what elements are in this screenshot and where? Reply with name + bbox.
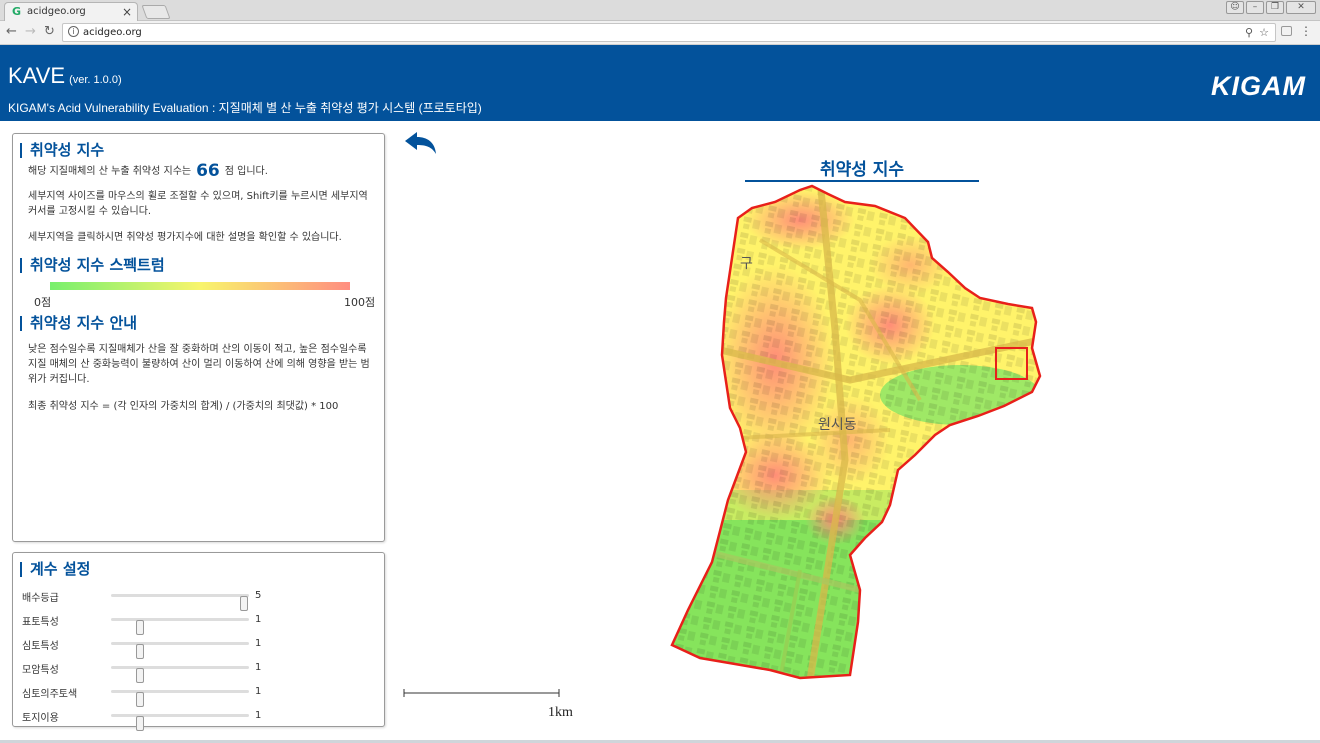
- coef-row: 표토특성 1: [13, 609, 384, 635]
- score-prefix: 해당 지질매체의 산 누출 취약성 지수는: [28, 166, 192, 177]
- browser-address-bar: ← → ↻ i acidgeo.org ⚲ ☆ ⋮: [0, 21, 1320, 45]
- coef-value: 1: [255, 686, 262, 697]
- spectrum-max-label: 100점: [344, 296, 376, 309]
- coef-section-title: 계수 설정: [20, 562, 90, 577]
- zoom-icon[interactable]: ⚲: [1245, 24, 1253, 41]
- window-controls: ☺ – ❐ ✕: [1226, 1, 1316, 14]
- score-value: 66: [196, 161, 220, 181]
- tab-title: acidgeo.org: [27, 6, 86, 17]
- site-info-icon[interactable]: i: [68, 26, 79, 37]
- reload-icon[interactable]: ↻: [44, 24, 55, 40]
- extension-icon[interactable]: [1281, 26, 1292, 36]
- coef-label: 심토특성: [22, 641, 59, 652]
- coef-label: 표토특성: [22, 617, 59, 628]
- spectrum-min-label: 0점: [34, 296, 52, 309]
- scale-label: 1km: [548, 705, 573, 720]
- app-header: KAVE (ver. 1.0.0) KIGAM's Acid Vulnerabil…: [0, 45, 1320, 121]
- spectrum-bar: [50, 282, 350, 290]
- url-text: acidgeo.org: [83, 27, 142, 38]
- coef-label: 모암특성: [22, 665, 59, 676]
- coef-row: 심토특성 1: [13, 633, 384, 659]
- tab-close-icon[interactable]: ×: [122, 3, 132, 21]
- coef-row: 심토의주토색 1: [13, 681, 384, 707]
- coef-row: 배수등급 5: [13, 585, 384, 611]
- coef-label: 심토의주토색: [22, 689, 78, 700]
- app-version: (ver. 1.0.0): [69, 74, 122, 86]
- minimize-button[interactable]: –: [1246, 1, 1264, 14]
- coef-label: 토지이용: [22, 713, 59, 724]
- guide-section-title: 취약성 지수 안내: [20, 316, 137, 331]
- index-section-title: 취약성 지수: [20, 143, 104, 158]
- close-window-button[interactable]: ✕: [1286, 1, 1316, 14]
- user-profile-icon[interactable]: ☺: [1226, 1, 1244, 14]
- place-label: 원시동: [818, 417, 857, 433]
- back-nav-icon[interactable]: ←: [6, 24, 17, 40]
- coef-slider-thumb[interactable]: [136, 716, 144, 731]
- score-line: 해당 지질매체의 산 누출 취약성 지수는 66 점 입니다.: [28, 161, 268, 181]
- coef-slider-track[interactable]: [111, 714, 249, 731]
- formula-text: 최종 취약성 지수 = (각 인자의 가중치의 합계) / (가중치의 최댓값)…: [28, 401, 339, 412]
- app-subtitle: KIGAM's Acid Vulnerability Evaluation : …: [8, 101, 482, 115]
- app-name: KAVE: [8, 63, 66, 88]
- coef-value: 1: [255, 614, 262, 625]
- guide-text: 낮은 점수일수록 지질매체가 산을 잘 중화하며 산의 이동이 적고, 높은 점…: [28, 344, 370, 385]
- coef-slider-track[interactable]: [111, 618, 249, 635]
- browser-tab-bar: G acidgeo.org × ☺ – ❐ ✕: [0, 0, 1320, 21]
- scale-bar: [403, 689, 560, 697]
- coef-slider-track[interactable]: [111, 642, 249, 659]
- coef-label: 배수등급: [22, 593, 59, 604]
- coef-slider-track[interactable]: [111, 594, 249, 611]
- map-title: 취약성 지수: [819, 160, 905, 180]
- new-tab-button[interactable]: [141, 5, 171, 19]
- spectrum-section-title: 취약성 지수 스펙트럼: [20, 258, 165, 273]
- forward-nav-icon[interactable]: →: [25, 24, 36, 40]
- bookmark-star-icon[interactable]: ☆: [1259, 24, 1269, 41]
- coef-value: 5: [255, 590, 262, 601]
- site-favicon-icon: G: [12, 5, 22, 18]
- coef-row: 토지이용 1: [13, 705, 384, 731]
- vulnerability-heatmap[interactable]: 구: [660, 180, 1060, 690]
- app-title: KAVE (ver. 1.0.0): [8, 63, 122, 89]
- help-text-wheel: 세부지역 사이즈를 마우스의 휠로 조절할 수 있으며, Shift키를 누르시…: [28, 191, 368, 217]
- browser-tab[interactable]: G acidgeo.org ×: [4, 2, 138, 21]
- coef-slider-track[interactable]: [111, 666, 249, 683]
- help-text-click: 세부지역을 클릭하시면 취약성 평가지수에 대한 설명을 확인할 수 있습니다.: [28, 232, 342, 243]
- info-panel: 취약성 지수 해당 지질매체의 산 누출 취약성 지수는 66 점 입니다. 세부지…: [12, 133, 385, 542]
- score-suffix: 점 입니다.: [224, 166, 268, 177]
- svg-text:구: 구: [740, 256, 753, 272]
- coef-row: 모암특성 1: [13, 657, 384, 683]
- coef-value: 1: [255, 710, 262, 721]
- coef-value: 1: [255, 638, 262, 649]
- coefficient-panel: 계수 설정 배수등급 5 표토특성 1 심토특성 1 모암특성 1 심토의주토색 1 토지이용 1: [12, 552, 385, 731]
- coef-slider-track[interactable]: [111, 690, 249, 707]
- browser-menu-icon[interactable]: ⋮: [1300, 24, 1312, 38]
- kigam-logo: KIGAM: [1211, 71, 1306, 101]
- restore-button[interactable]: ❐: [1266, 1, 1284, 14]
- url-field[interactable]: i acidgeo.org ⚲ ☆: [62, 23, 1276, 42]
- back-arrow-icon[interactable]: [403, 130, 439, 156]
- coef-value: 1: [255, 662, 262, 673]
